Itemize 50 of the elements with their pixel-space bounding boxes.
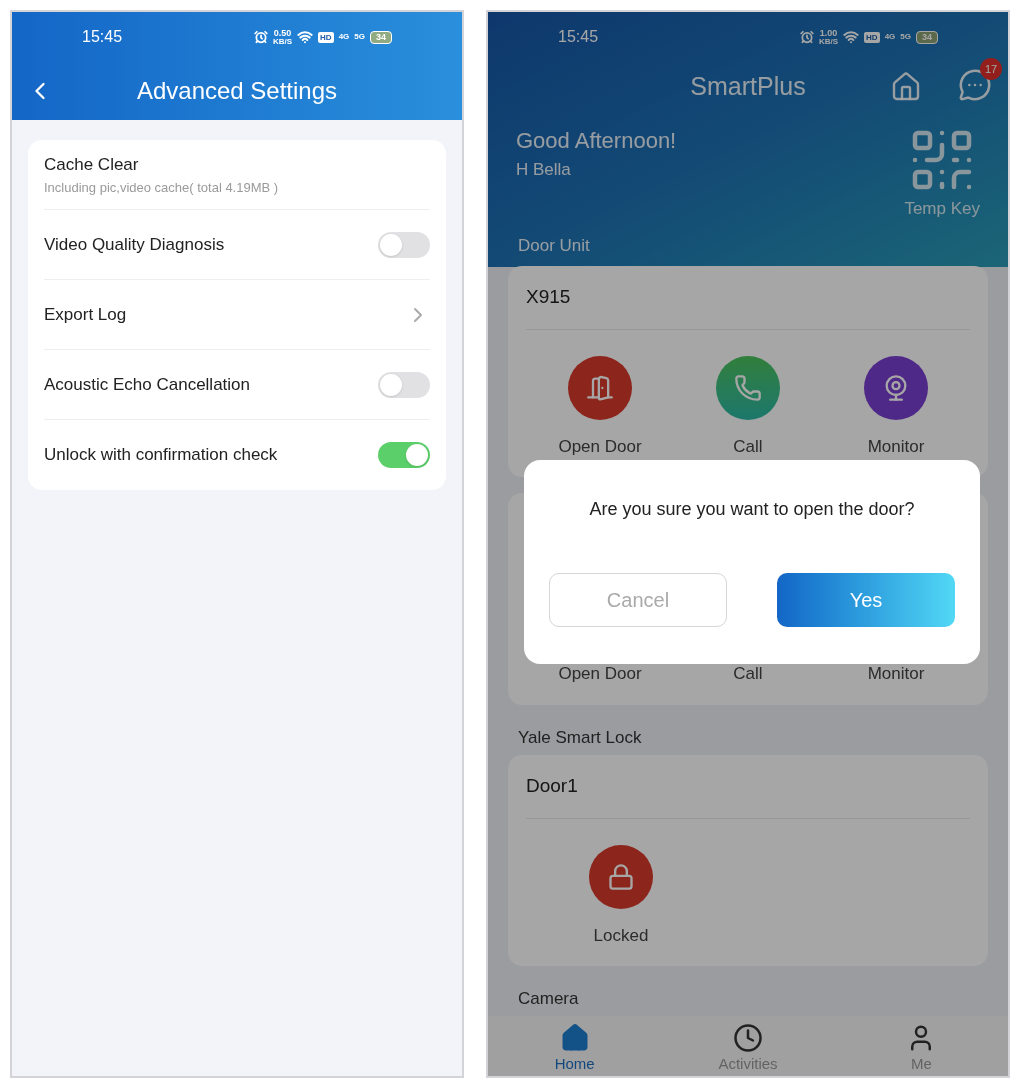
net-speed: 0.50 KB/S <box>272 28 293 46</box>
sim-signal: 5G <box>354 33 365 41</box>
row-detail: Including pic,video cache( total 4.19MB ) <box>44 178 279 197</box>
greeting: Good Afternoon! <box>516 127 677 155</box>
page-title: Advanced Settings <box>136 76 338 106</box>
toggle-switch[interactable] <box>378 231 430 258</box>
section-title: Camera <box>517 988 580 1011</box>
sim-signal: 4G <box>338 33 350 41</box>
section-title: Yale Smart Lock <box>517 726 643 749</box>
settings-row[interactable]: Video Quality Diagnosis <box>44 210 430 280</box>
row-label: Acoustic Echo Cancellation <box>44 373 250 396</box>
app-title: SmartPlus <box>690 71 806 103</box>
clock-icon <box>733 1022 763 1053</box>
sim-signal: 5G <box>900 33 911 41</box>
device-name: X915 <box>526 265 970 330</box>
device-action[interactable]: Locked <box>566 844 676 948</box>
phone-icon <box>734 373 762 402</box>
device-action[interactable]: Call <box>693 355 803 459</box>
house-icon[interactable] <box>890 71 922 103</box>
section-title: Door Unit <box>517 234 591 257</box>
net-speed: 1.00 KB/S <box>818 28 839 46</box>
dialog-message: Are you sure you want to open the door? <box>589 498 915 521</box>
lock-icon <box>607 862 635 891</box>
sim-signal: 4G <box>884 33 896 41</box>
hd-indicator: HD <box>864 31 880 43</box>
status-time: 15:45 <box>558 27 599 47</box>
wifi-icon <box>843 29 860 45</box>
toggle-switch[interactable] <box>378 371 430 398</box>
status-time: 15:45 <box>82 27 123 47</box>
door-icon <box>586 373 614 402</box>
hd-indicator: HD <box>318 31 334 43</box>
row-label: Unlock with confirmation check <box>44 444 278 467</box>
wifi-icon <box>297 29 314 45</box>
settings-row[interactable]: Acoustic Echo Cancellation <box>44 350 430 420</box>
settings-row[interactable]: Export Log <box>44 280 430 350</box>
settings-row[interactable]: Cache Clear Including pic,video cache( total 4.19MB ) <box>44 140 430 210</box>
alarm-icon <box>253 30 268 44</box>
user-name: H Bella <box>516 159 572 181</box>
device-action[interactable]: Monitor <box>841 355 951 459</box>
row-label: Cache Clear <box>44 154 140 176</box>
device-action[interactable]: Open Door <box>545 355 655 459</box>
row-label: Export Log <box>44 303 127 326</box>
alarm-icon <box>799 30 814 44</box>
nav-tab[interactable]: Home <box>524 1022 625 1076</box>
device-name: Door1 <box>526 754 970 819</box>
settings-row[interactable]: Unlock with confirmation check <box>44 420 430 490</box>
battery-indicator: 34 <box>370 30 392 44</box>
house-icon <box>559 1022 590 1053</box>
toggle-switch[interactable] <box>378 442 430 468</box>
row-label: Video Quality Diagnosis <box>44 233 225 256</box>
